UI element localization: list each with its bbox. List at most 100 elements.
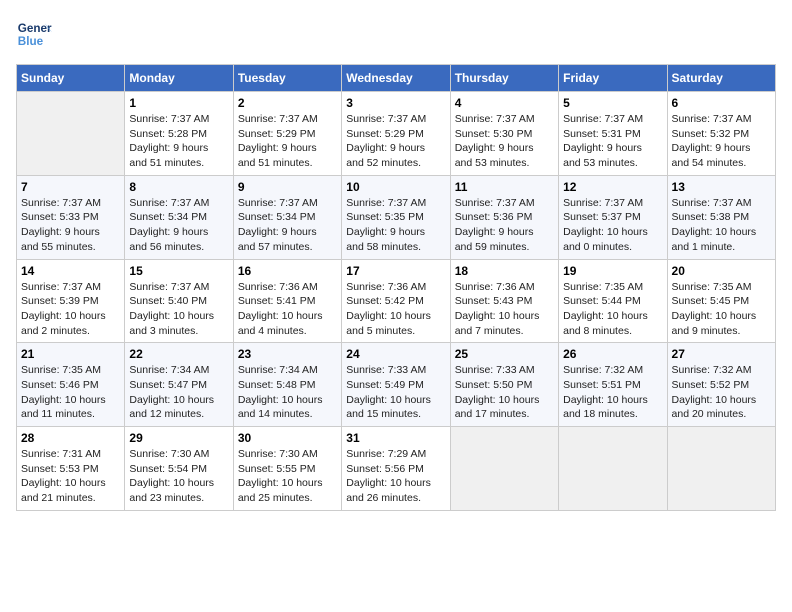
calendar-cell: [559, 427, 667, 511]
calendar-cell: 16Sunrise: 7:36 AM Sunset: 5:41 PM Dayli…: [233, 259, 341, 343]
calendar-cell: 7 Sunrise: 7:37 AM Sunset: 5:33 PM Daylig…: [17, 175, 125, 259]
header-saturday: Saturday: [667, 65, 775, 92]
day-number: 10: [346, 180, 445, 194]
day-info: Sunrise: 7:37 AM Sunset: 5:29 PM Dayligh…: [346, 112, 445, 171]
day-number: 28: [21, 431, 120, 445]
day-number: 14: [21, 264, 120, 278]
day-number: 20: [672, 264, 771, 278]
day-info: Sunrise: 7:35 AM Sunset: 5:45 PM Dayligh…: [672, 280, 771, 339]
calendar-cell: 9 Sunrise: 7:37 AM Sunset: 5:34 PM Daylig…: [233, 175, 341, 259]
day-info: Sunrise: 7:30 AM Sunset: 5:55 PM Dayligh…: [238, 447, 337, 506]
calendar-cell: 19 Sunrise: 7:35 AM Sunset: 5:44 PM Dayli…: [559, 259, 667, 343]
page-header: General Blue: [16, 16, 776, 52]
day-number: 30: [238, 431, 337, 445]
day-number: 7: [21, 180, 120, 194]
svg-text:General: General: [18, 22, 52, 35]
calendar-cell: 14 Sunrise: 7:37 AM Sunset: 5:39 PM Dayli…: [17, 259, 125, 343]
calendar-cell: 26Sunrise: 7:32 AM Sunset: 5:51 PM Dayli…: [559, 343, 667, 427]
calendar-body: 1 Sunrise: 7:37 AM Sunset: 5:28 PM Daylig…: [17, 92, 776, 511]
calendar-cell: 17 Sunrise: 7:36 AM Sunset: 5:42 PM Dayli…: [342, 259, 450, 343]
day-number: 8: [129, 180, 228, 194]
day-number: 19: [563, 264, 662, 278]
calendar-cell: 24 Sunrise: 7:33 AM Sunset: 5:49 PM Dayli…: [342, 343, 450, 427]
day-number: 4: [455, 96, 554, 110]
header-wednesday: Wednesday: [342, 65, 450, 92]
day-info: Sunrise: 7:35 AM Sunset: 5:44 PM Dayligh…: [563, 280, 662, 339]
day-info: Sunrise: 7:33 AM Sunset: 5:49 PM Dayligh…: [346, 363, 445, 422]
calendar-header-row: SundayMondayTuesdayWednesdayThursdayFrid…: [17, 65, 776, 92]
day-info: Sunrise: 7:37 AM Sunset: 5:29 PM Dayligh…: [238, 112, 337, 171]
day-number: 1: [129, 96, 228, 110]
day-info: Sunrise: 7:35 AM Sunset: 5:46 PM Dayligh…: [21, 363, 120, 422]
day-info: Sunrise: 7:37 AM Sunset: 5:33 PM Dayligh…: [21, 196, 120, 255]
day-number: 31: [346, 431, 445, 445]
day-info: Sunrise: 7:37 AM Sunset: 5:40 PM Dayligh…: [129, 280, 228, 339]
calendar-cell: 4Sunrise: 7:37 AM Sunset: 5:30 PM Daylig…: [450, 92, 558, 176]
day-number: 6: [672, 96, 771, 110]
calendar-week-4: 21 Sunrise: 7:35 AM Sunset: 5:46 PM Dayli…: [17, 343, 776, 427]
calendar-cell: 11 Sunrise: 7:37 AM Sunset: 5:36 PM Dayli…: [450, 175, 558, 259]
calendar-cell: [667, 427, 775, 511]
day-number: 17: [346, 264, 445, 278]
calendar-cell: 29Sunrise: 7:30 AM Sunset: 5:54 PM Dayli…: [125, 427, 233, 511]
day-info: Sunrise: 7:37 AM Sunset: 5:28 PM Dayligh…: [129, 112, 228, 171]
day-number: 26: [563, 347, 662, 361]
day-info: Sunrise: 7:34 AM Sunset: 5:48 PM Dayligh…: [238, 363, 337, 422]
calendar-cell: 6 Sunrise: 7:37 AM Sunset: 5:32 PM Daylig…: [667, 92, 775, 176]
day-info: Sunrise: 7:37 AM Sunset: 5:31 PM Dayligh…: [563, 112, 662, 171]
day-number: 18: [455, 264, 554, 278]
day-number: 12: [563, 180, 662, 194]
day-number: 21: [21, 347, 120, 361]
day-number: 11: [455, 180, 554, 194]
day-info: Sunrise: 7:37 AM Sunset: 5:34 PM Dayligh…: [238, 196, 337, 255]
calendar-week-2: 7 Sunrise: 7:37 AM Sunset: 5:33 PM Daylig…: [17, 175, 776, 259]
day-number: 25: [455, 347, 554, 361]
calendar-week-1: 1 Sunrise: 7:37 AM Sunset: 5:28 PM Daylig…: [17, 92, 776, 176]
day-info: Sunrise: 7:32 AM Sunset: 5:52 PM Dayligh…: [672, 363, 771, 422]
day-info: Sunrise: 7:36 AM Sunset: 5:42 PM Dayligh…: [346, 280, 445, 339]
calendar-week-5: 28 Sunrise: 7:31 AM Sunset: 5:53 PM Dayli…: [17, 427, 776, 511]
day-number: 27: [672, 347, 771, 361]
day-number: 2: [238, 96, 337, 110]
calendar-cell: 23 Sunrise: 7:34 AM Sunset: 5:48 PM Dayli…: [233, 343, 341, 427]
calendar-cell: 15Sunrise: 7:37 AM Sunset: 5:40 PM Dayli…: [125, 259, 233, 343]
calendar-cell: 25 Sunrise: 7:33 AM Sunset: 5:50 PM Dayli…: [450, 343, 558, 427]
day-number: 23: [238, 347, 337, 361]
svg-text:Blue: Blue: [18, 35, 44, 48]
day-number: 22: [129, 347, 228, 361]
header-monday: Monday: [125, 65, 233, 92]
logo: General Blue: [16, 16, 56, 52]
day-info: Sunrise: 7:37 AM Sunset: 5:37 PM Dayligh…: [563, 196, 662, 255]
day-number: 9: [238, 180, 337, 194]
calendar-cell: 2 Sunrise: 7:37 AM Sunset: 5:29 PM Daylig…: [233, 92, 341, 176]
day-info: Sunrise: 7:31 AM Sunset: 5:53 PM Dayligh…: [21, 447, 120, 506]
day-info: Sunrise: 7:37 AM Sunset: 5:34 PM Dayligh…: [129, 196, 228, 255]
header-sunday: Sunday: [17, 65, 125, 92]
calendar-cell: 21 Sunrise: 7:35 AM Sunset: 5:46 PM Dayli…: [17, 343, 125, 427]
calendar-cell: 31 Sunrise: 7:29 AM Sunset: 5:56 PM Dayli…: [342, 427, 450, 511]
header-tuesday: Tuesday: [233, 65, 341, 92]
calendar-cell: 12 Sunrise: 7:37 AM Sunset: 5:37 PM Dayli…: [559, 175, 667, 259]
day-number: 5: [563, 96, 662, 110]
logo-icon: General Blue: [16, 16, 52, 52]
header-thursday: Thursday: [450, 65, 558, 92]
calendar-week-3: 14 Sunrise: 7:37 AM Sunset: 5:39 PM Dayli…: [17, 259, 776, 343]
calendar-cell: 8 Sunrise: 7:37 AM Sunset: 5:34 PM Daylig…: [125, 175, 233, 259]
calendar-cell: 13Sunrise: 7:37 AM Sunset: 5:38 PM Dayli…: [667, 175, 775, 259]
calendar-cell: 10Sunrise: 7:37 AM Sunset: 5:35 PM Dayli…: [342, 175, 450, 259]
calendar-cell: 1 Sunrise: 7:37 AM Sunset: 5:28 PM Daylig…: [125, 92, 233, 176]
calendar-cell: 3 Sunrise: 7:37 AM Sunset: 5:29 PM Daylig…: [342, 92, 450, 176]
day-info: Sunrise: 7:37 AM Sunset: 5:39 PM Dayligh…: [21, 280, 120, 339]
calendar-cell: 30 Sunrise: 7:30 AM Sunset: 5:55 PM Dayli…: [233, 427, 341, 511]
day-number: 3: [346, 96, 445, 110]
calendar-cell: 20 Sunrise: 7:35 AM Sunset: 5:45 PM Dayli…: [667, 259, 775, 343]
day-number: 24: [346, 347, 445, 361]
calendar-cell: 5 Sunrise: 7:37 AM Sunset: 5:31 PM Daylig…: [559, 92, 667, 176]
day-info: Sunrise: 7:37 AM Sunset: 5:32 PM Dayligh…: [672, 112, 771, 171]
calendar-cell: [450, 427, 558, 511]
calendar-cell: 28 Sunrise: 7:31 AM Sunset: 5:53 PM Dayli…: [17, 427, 125, 511]
day-info: Sunrise: 7:36 AM Sunset: 5:43 PM Dayligh…: [455, 280, 554, 339]
day-info: Sunrise: 7:33 AM Sunset: 5:50 PM Dayligh…: [455, 363, 554, 422]
day-info: Sunrise: 7:29 AM Sunset: 5:56 PM Dayligh…: [346, 447, 445, 506]
day-info: Sunrise: 7:37 AM Sunset: 5:36 PM Dayligh…: [455, 196, 554, 255]
